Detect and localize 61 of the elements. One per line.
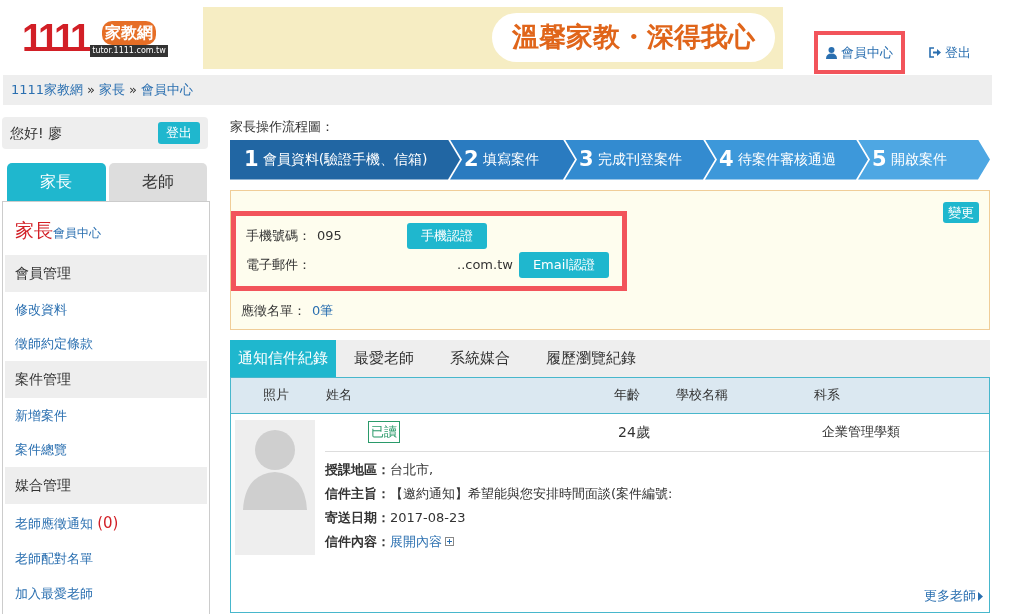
flow-step: 3 完成刊登案件 [565, 139, 715, 180]
section-header: 媒合管理 [5, 466, 207, 504]
detail-value: 【邀約通知】希望能與您安排時間面談(案件編號: [390, 484, 673, 503]
greeting-text: 您好! 廖 [10, 123, 63, 143]
applicant-count-link[interactable]: 0筆 [312, 301, 334, 321]
sign-out-icon [929, 47, 941, 58]
sidebar-link[interactable]: 案件總覽 [3, 432, 209, 467]
age-text: 24歲 [618, 422, 651, 442]
caret-right-icon [978, 592, 983, 601]
detail-label: 信件內容： [325, 532, 390, 551]
flow-step: 4 待案件審核通過 [705, 139, 868, 180]
detail-label: 授課地區： [325, 460, 390, 479]
detail-value: 2017-08-23 [390, 508, 466, 527]
banner-slogan: 溫馨家教・深得我心 [492, 13, 775, 62]
detail-label: 寄送日期： [325, 508, 390, 527]
breadcrumb-separator: » [129, 81, 138, 100]
logo-brand: 家教網 [102, 20, 156, 45]
section-header: 會員管理 [5, 254, 207, 292]
more-teachers-link[interactable]: 更多老師 [924, 586, 983, 606]
sidebar-link[interactable]: 徵師約定條款 [3, 326, 209, 361]
field-value: 095 [317, 227, 343, 246]
plus-box-icon [445, 537, 454, 546]
record-tab[interactable]: 最愛老師 [336, 339, 432, 377]
nav-link[interactable]: 會員中心 [814, 30, 905, 75]
department-text: 企業管理學類 [822, 423, 900, 442]
sidebar-subtitle: 會員中心 [53, 226, 101, 240]
sidebar-title: 家長 [15, 219, 53, 241]
read-status: 已讀 [368, 421, 400, 443]
flow-step: 5 開啟案件 [858, 139, 990, 180]
sidebar-link[interactable]: 加入最愛老師 [3, 575, 209, 610]
column-header: 科系 [814, 386, 841, 405]
sidebar-link[interactable]: 修改資料 [3, 291, 209, 326]
sidebar-link[interactable]: 新增案件 [3, 397, 209, 432]
sidebar-link[interactable]: 老師應徵通知 (0) [3, 503, 209, 541]
field-value: ..com.tw [457, 256, 513, 275]
section-header: 案件管理 [5, 360, 207, 398]
column-header: 姓名 [326, 386, 353, 405]
expand-link[interactable]: 展開內容 [390, 531, 442, 552]
column-header: 照片 [262, 386, 290, 405]
logo-number: 1111 [22, 18, 89, 57]
nav-link[interactable]: 登出 [917, 30, 983, 75]
field-label: 電子郵件： [246, 256, 311, 275]
field-label: 手機號碼： [246, 227, 311, 246]
breadcrumb-link[interactable]: 家長 [99, 80, 126, 100]
flow-step: 1 會員資料(驗證手機、信箱) [230, 139, 460, 180]
breadcrumb-separator: » [87, 81, 96, 100]
breadcrumb-link[interactable]: 1111家教網 [11, 80, 84, 100]
sidebar-link[interactable]: 老師配對名單 [3, 541, 209, 576]
user-icon [826, 46, 837, 59]
detail-value: 台北市, [390, 460, 434, 479]
flow-step: 2 填寫案件 [450, 139, 575, 180]
column-header: 年齡 [614, 386, 641, 405]
logo-url: tutor.1111.com.tw [90, 44, 168, 57]
field-label: 應徵名單： [241, 302, 306, 321]
record-tab[interactable]: 履歷瀏覽紀錄 [528, 339, 654, 377]
record-tab[interactable]: 系統媒合 [432, 339, 528, 377]
detail-label: 信件主旨： [325, 484, 390, 503]
column-header: 學校名稱 [676, 386, 729, 405]
flow-title: 家長操作流程圖： [230, 118, 335, 136]
breadcrumb-link[interactable]: 會員中心 [141, 80, 194, 100]
role-tab[interactable]: 老師 [108, 163, 207, 201]
